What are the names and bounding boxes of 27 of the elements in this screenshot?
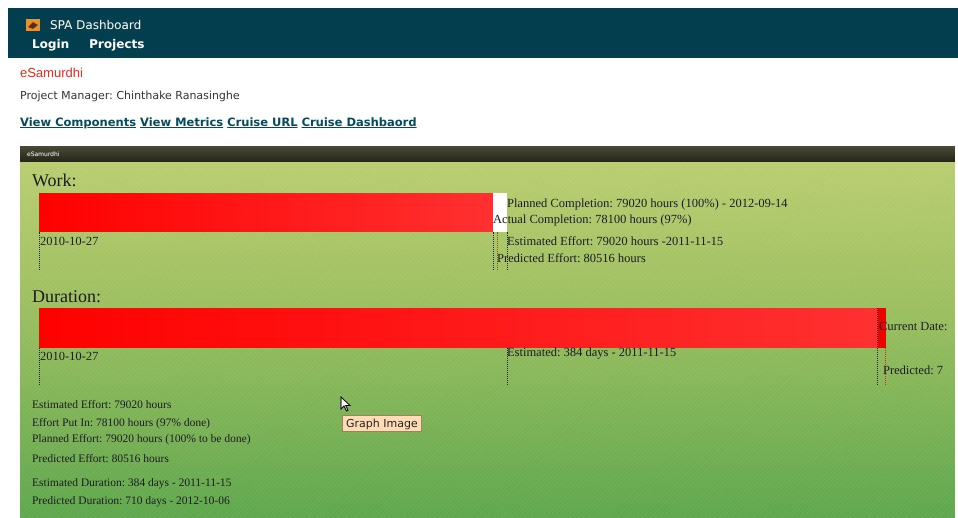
summary-line: Predicted Effort: 80516 hours: [32, 453, 169, 465]
section-heading: Work:: [32, 170, 77, 191]
predicted-duration: Predicted: 7: [883, 363, 944, 378]
summary-line: Effort Put In: 78100 hours (97% done): [32, 417, 210, 429]
nav-link[interactable]: Projects: [89, 37, 144, 51]
tooltip: Graph Image: [342, 415, 422, 432]
project-manager: Project Manager: Chinthake Ranasinghe: [20, 89, 241, 102]
start-date: 2010-10-27: [40, 349, 98, 364]
section-heading: Duration:: [32, 286, 101, 307]
start-date: 2010-10-27: [40, 234, 98, 249]
estimated-duration: Estimated: 384 days - 2011-11-15: [507, 345, 676, 360]
summary-line: Predicted Duration: 710 days - 2012-10-06: [32, 495, 230, 507]
summary-line: Estimated Duration: 384 days - 2011-11-15: [32, 477, 232, 489]
estimated-effort: Estimated Effort: 79020 hours -2011-11-15: [507, 234, 724, 249]
cursor-icon: [340, 396, 351, 412]
project-link[interactable]: Cruise Dashbaord: [302, 115, 417, 129]
summary-line: Estimated Effort: 79020 hours: [32, 399, 172, 411]
project-link[interactable]: View Components: [20, 115, 136, 129]
logo-icon: [26, 19, 40, 31]
project-link[interactable]: View Metrics: [140, 115, 224, 129]
planned-completion: Planned Completion: 79020 hours (100%) - 2012-09-14: [507, 196, 788, 211]
app-title: SPA Dashboard: [50, 18, 142, 32]
project-link[interactable]: Cruise URL: [227, 115, 298, 129]
predicted-effort: Predicted Effort: 80516 hours: [497, 251, 646, 266]
nav-link[interactable]: Login: [32, 37, 70, 51]
project-name: eSamurdhi: [20, 65, 84, 80]
summary-line: Planned Effort: 79020 hours (100% to be done): [32, 433, 251, 445]
